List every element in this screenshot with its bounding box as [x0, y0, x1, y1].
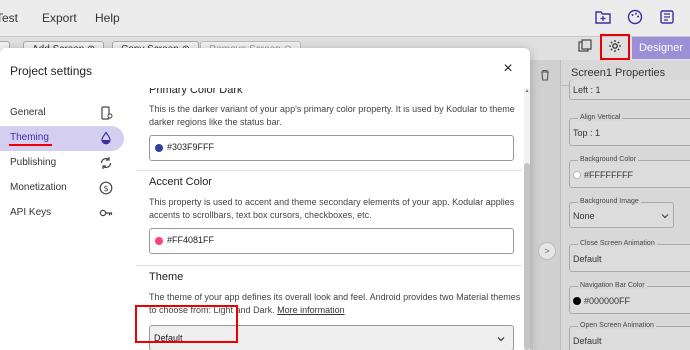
dialog-title: Project settings: [10, 64, 93, 78]
accent-color-description: This property is used to accent and them…: [149, 197, 515, 220]
layers-icon[interactable]: [578, 39, 592, 56]
nav-item-label: Publishing: [10, 157, 57, 168]
phone-settings-icon: [99, 106, 113, 120]
menu-export[interactable]: Export: [42, 11, 77, 25]
gear-icon: [608, 39, 622, 56]
align-vertical-label: Align Vertical: [578, 114, 623, 121]
menu-bar: Test Export Help: [0, 0, 690, 36]
chevron-down-icon: [497, 334, 505, 342]
folder-icon[interactable]: [594, 8, 612, 26]
accent-color-title: Accent Color: [149, 176, 212, 188]
align-horizontal-field[interactable]: Left : 1: [569, 80, 690, 100]
key-icon: [99, 206, 113, 220]
align-vertical-field[interactable]: Align Vertical Top : 1: [569, 114, 690, 146]
align-vertical-value: Top : 1: [573, 128, 601, 138]
align-horizontal-value: Left : 1: [573, 85, 601, 95]
properties-panel: Screen1 Properties Left : 1 Align Vertic…: [560, 60, 690, 350]
dollar-icon: $: [99, 181, 113, 195]
palette-icon[interactable]: [626, 8, 644, 26]
navigation-bar-color-swatch: [573, 297, 581, 305]
trash-column: [530, 60, 560, 350]
nav-item-publishing[interactable]: Publishing: [0, 151, 124, 176]
trash-icon[interactable]: [540, 69, 550, 84]
content-scrollbar[interactable]: ▲: [524, 88, 530, 350]
background-color-field[interactable]: Background Color #FFFFFFFF: [569, 156, 690, 188]
project-settings-gear-button[interactable]: [600, 34, 630, 60]
annotation-underline: [9, 144, 52, 146]
open-screen-animation-field[interactable]: Open Screen Animation Default: [569, 322, 690, 350]
svg-text:$: $: [103, 184, 108, 193]
settings-nav: General Theming Publishing Monetization …: [0, 88, 136, 350]
nav-item-monetization[interactable]: Monetization $: [0, 176, 124, 201]
more-information-link[interactable]: More information: [277, 305, 345, 315]
scroll-up-arrow-icon[interactable]: ▲: [524, 88, 530, 94]
divider: [136, 265, 522, 266]
primary-color-dark-swatch: [155, 144, 163, 152]
background-color-swatch: [573, 171, 581, 179]
divider: [136, 170, 522, 171]
primary-color-dark-description: This is the darker variant of your app's…: [149, 104, 515, 127]
close-icon[interactable]: ×: [500, 61, 516, 77]
sync-icon: [99, 156, 113, 170]
nav-item-theming[interactable]: Theming: [0, 126, 124, 151]
close-screen-animation-label: Close Screen Animation: [578, 240, 657, 247]
open-screen-animation-value: Default: [573, 336, 602, 346]
accent-color-swatch: [155, 237, 163, 245]
nav-item-label: API Keys: [10, 207, 52, 218]
nav-item-label: General: [10, 107, 46, 118]
navigation-bar-color-label: Navigation Bar Color: [578, 282, 647, 289]
primary-color-dark-value: #303F9FFF: [167, 142, 215, 152]
nav-item-label: Theming: [10, 132, 49, 143]
accent-color-field[interactable]: #FF4081FF: [149, 228, 514, 254]
project-settings-dialog: Project settings × General Theming Publi…: [0, 48, 530, 350]
background-image-field[interactable]: Background Image None: [569, 198, 674, 228]
theme-title: Theme: [149, 271, 184, 283]
background-image-label: Background Image: [578, 198, 641, 205]
navigation-bar-color-value: #000000FF: [584, 296, 631, 306]
background-image-value: None: [573, 211, 595, 221]
primary-color-dark-title: Primary Color Dark: [149, 88, 243, 96]
nav-item-api-keys[interactable]: API Keys: [0, 201, 124, 226]
close-screen-animation-value: Default: [573, 254, 602, 264]
library-icon[interactable]: [658, 8, 676, 26]
primary-color-dark-field[interactable]: #303F9FFF: [149, 135, 514, 161]
chevron-down-icon: [661, 211, 669, 223]
nav-item-label: Monetization: [10, 182, 67, 193]
water-drop-icon: [99, 131, 113, 145]
chevron-right-icon[interactable]: >: [538, 242, 556, 260]
scrollbar-thumb[interactable]: [524, 163, 530, 350]
menu-help[interactable]: Help: [95, 11, 120, 25]
background-color-label: Background Color: [578, 156, 639, 163]
nav-item-general[interactable]: General: [0, 101, 124, 126]
close-screen-animation-field[interactable]: Close Screen Animation Default: [569, 240, 690, 272]
background-color-value: #FFFFFFFF: [584, 170, 633, 180]
open-screen-animation-label: Open Screen Animation: [578, 322, 656, 329]
navigation-bar-color-field[interactable]: Navigation Bar Color #000000FF: [569, 282, 690, 314]
accent-color-value: #FF4081FF: [167, 235, 215, 245]
designer-button[interactable]: Designer: [632, 37, 690, 59]
menu-test[interactable]: Test: [0, 11, 18, 25]
annotation-highlight-box: [135, 305, 238, 343]
